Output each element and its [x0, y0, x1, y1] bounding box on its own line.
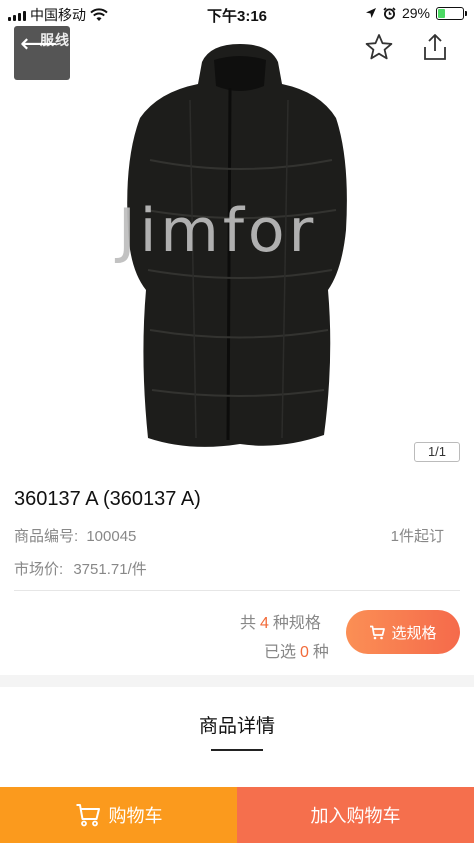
- status-bar: 中国移动 下午3:16 29%: [0, 0, 474, 26]
- spec-selected-text: 已选 0 种: [264, 638, 329, 662]
- market-price-value: 3751.71/件: [73, 561, 147, 578]
- choose-spec-label: 选规格: [391, 624, 437, 642]
- market-price-row: 市场价: 3751.71/件: [14, 558, 147, 579]
- spec-total-text: 共 4 种规格: [240, 609, 321, 633]
- back-arrow-icon: ⟵: [20, 28, 58, 58]
- product-gallery[interactable]: 服线 ⟵ Jimfor 1/1: [0, 26, 474, 473]
- product-title: 360137 A (360137 A): [14, 488, 201, 510]
- spec-total-suffix: 种规格: [272, 615, 321, 632]
- spec-total-count: 4: [260, 615, 269, 632]
- min-order-text: 1件起订: [390, 528, 444, 545]
- add-to-cart-button[interactable]: 加入购物车: [237, 787, 474, 843]
- share-icon: [424, 34, 446, 60]
- watermark: Jimfor: [118, 196, 318, 266]
- product-code-value: 100045: [86, 528, 137, 545]
- product-info: 360137 A (360137 A) 商品编号: 100045 1件起订 市场…: [0, 473, 474, 675]
- product-code-label: 商品编号:: [14, 528, 79, 545]
- page-indicator: 1/1: [414, 442, 460, 462]
- spec-selected-count: 0: [300, 644, 309, 661]
- details-tab-underline: [211, 749, 263, 751]
- location-arrow-icon: [365, 8, 376, 18]
- spec-total-prefix: 共: [240, 615, 257, 632]
- market-price-label: 市场价:: [14, 561, 64, 578]
- battery-icon: [436, 6, 467, 20]
- cart-label: 购物车: [108, 806, 163, 826]
- details-section: 商品详情: [0, 687, 474, 787]
- spec-selected-suffix: 种: [312, 644, 329, 661]
- status-right: 29%: [365, 5, 467, 21]
- back-button[interactable]: 服线 ⟵: [14, 26, 70, 80]
- cart-button[interactable]: 购物车: [0, 787, 237, 843]
- cart-icon: [370, 625, 386, 639]
- battery-fill: [438, 8, 445, 18]
- bottom-action-bar: 购物车 加入购物车: [0, 787, 474, 843]
- cart-icon: [76, 804, 100, 827]
- alarm-icon: [383, 6, 396, 19]
- battery-percent: 29%: [401, 5, 430, 21]
- product-code-row: 商品编号: 100045: [14, 525, 136, 546]
- share-button[interactable]: [418, 30, 452, 64]
- add-to-cart-label: 加入购物车: [310, 806, 401, 826]
- spec-selected-prefix: 已选: [264, 644, 297, 661]
- tab-product-details[interactable]: 商品详情: [0, 711, 474, 738]
- choose-spec-button[interactable]: 选规格: [346, 610, 460, 654]
- info-divider: [14, 590, 460, 591]
